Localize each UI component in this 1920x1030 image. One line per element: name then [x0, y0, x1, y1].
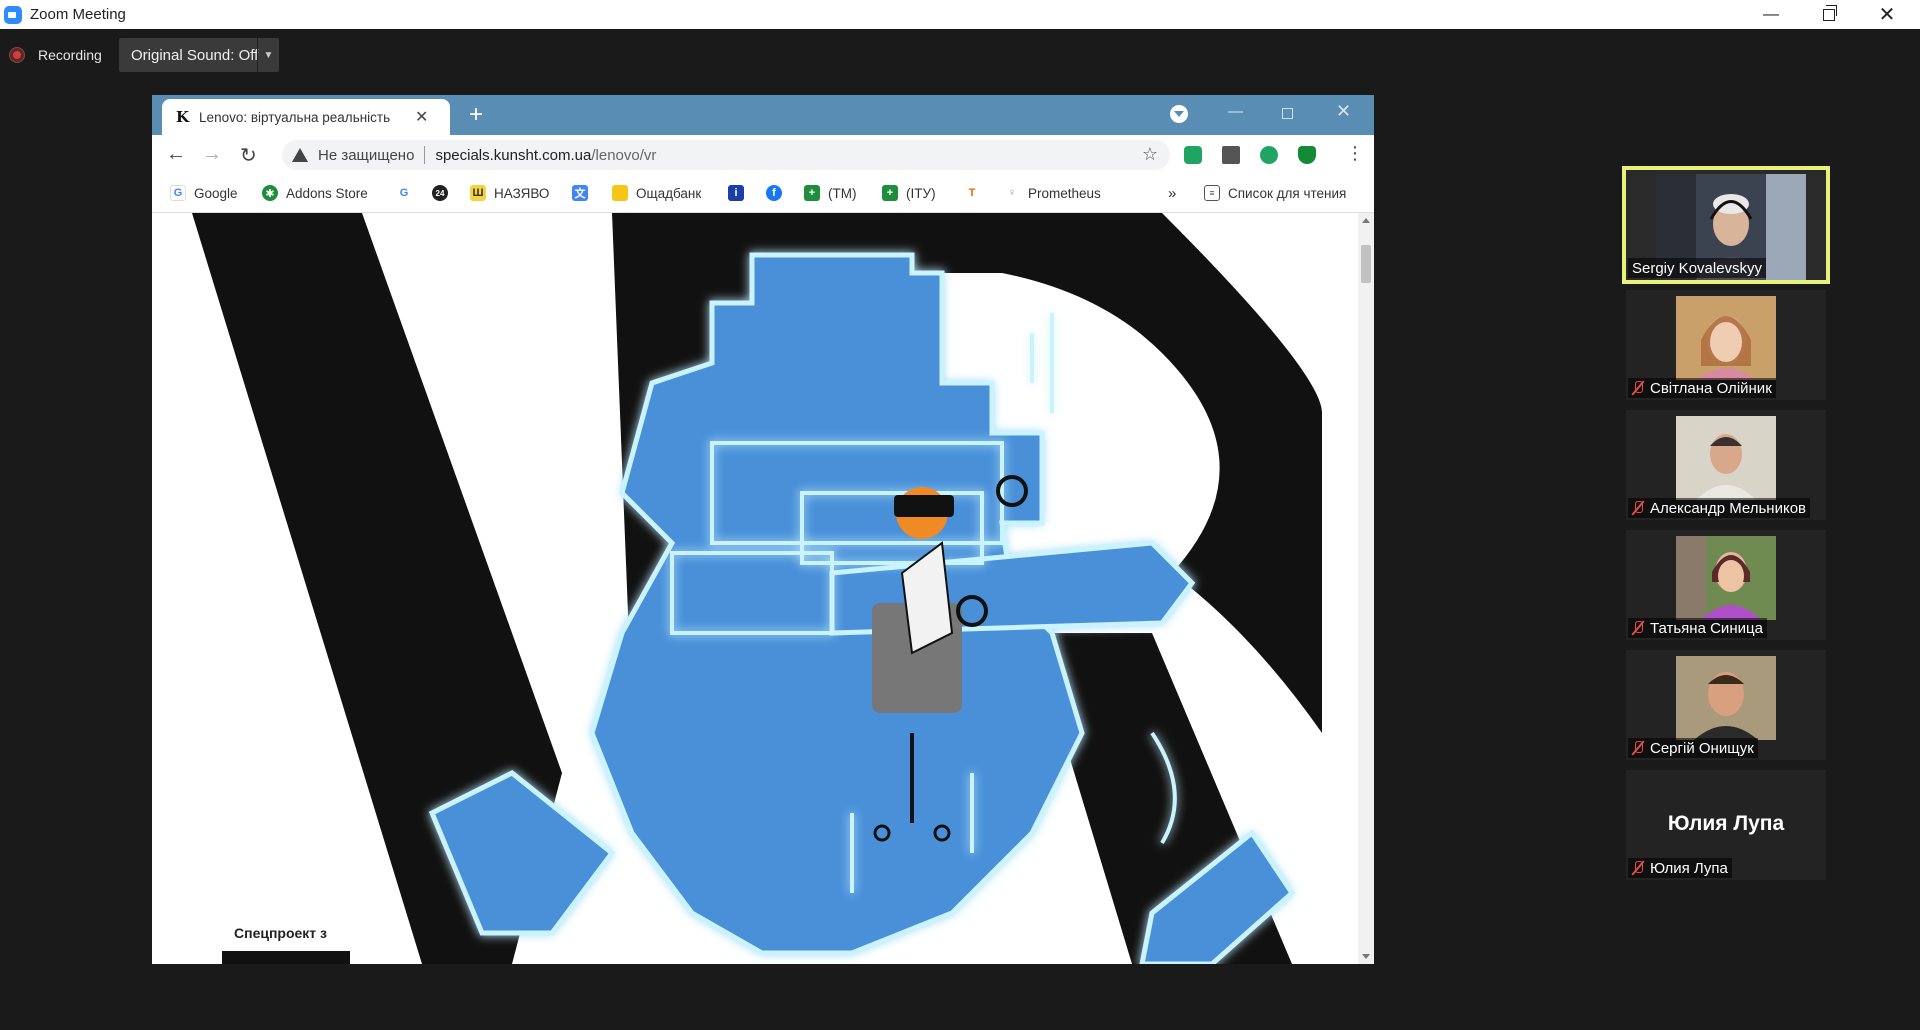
maximize-button[interactable] [1800, 0, 1858, 29]
record-dot-icon [10, 48, 24, 62]
participant-tile-active-speaker[interactable]: Sergiy Kovalevskyy [1622, 166, 1830, 284]
bookmark-24[interactable]: 24 [432, 185, 456, 201]
new-tab-button[interactable]: + [462, 101, 490, 129]
green-plus-icon: + [804, 185, 820, 201]
reading-list[interactable]: ≡ Список для чтения [1204, 185, 1346, 201]
facebook-icon: f [766, 185, 782, 201]
info-icon: i [728, 185, 744, 201]
vr-illustration [152, 213, 1358, 964]
google-icon: G [396, 185, 412, 201]
more-bookmarks-icon[interactable]: » [1168, 185, 1176, 202]
shared-screen: K Lenovo: віртуальна реальність ✕ + — ✕ … [152, 95, 1374, 964]
bookmark-google-2[interactable]: G [396, 185, 420, 201]
kebab-menu-icon[interactable]: ⋮ [1346, 143, 1364, 164]
muted-mic-icon [1632, 861, 1644, 875]
participant-tile[interactable]: Світлана Олійник [1626, 290, 1826, 400]
page-content: Спецпроект з [152, 213, 1358, 964]
participant-name: Сергій Онищук [1628, 738, 1758, 758]
minimize-button[interactable]: — [1742, 0, 1800, 29]
close-button[interactable]: ✕ [1858, 0, 1916, 29]
page-scrollbar[interactable] [1358, 213, 1374, 964]
participant-video [1676, 416, 1776, 500]
special-project-label: Спецпроект з [234, 925, 328, 941]
lightbulb-icon: ♀ [1004, 185, 1020, 201]
browser-tab[interactable]: K Lenovo: віртуальна реальність ✕ [162, 99, 450, 135]
participant-name: Александр Мельников [1628, 498, 1810, 518]
forward-arrow-icon[interactable]: → [202, 143, 222, 166]
site-favicon-icon: K [176, 108, 190, 126]
download-icon[interactable] [1170, 105, 1188, 123]
muted-mic-icon [1632, 501, 1644, 515]
participant-name: Татьяна Синица [1628, 618, 1767, 638]
adblock-extension-icon[interactable] [1184, 146, 1202, 164]
bookmark-star-icon[interactable]: ☆ [1142, 144, 1158, 165]
warning-icon [292, 148, 308, 162]
chevron-down-icon[interactable]: ▼ [257, 38, 279, 72]
profile-icon[interactable] [1260, 146, 1278, 164]
participant-tile[interactable]: Юлия Лупа Юлия Лупа [1626, 770, 1826, 880]
muted-mic-icon [1632, 381, 1644, 395]
participant-tile[interactable]: Александр Мельников [1626, 410, 1826, 520]
participant-tile[interactable]: Сергій Онищук [1626, 650, 1826, 760]
bookmark-tn[interactable]: T [964, 185, 988, 201]
original-sound-label: Original Sound: Off [131, 46, 259, 64]
channel-24-icon: 24 [432, 185, 448, 201]
recording-label: Recording [38, 47, 102, 63]
scroll-down-icon[interactable] [1362, 954, 1370, 959]
browser-close-icon[interactable]: ✕ [1336, 101, 1351, 122]
translate-icon: 文 [572, 185, 588, 201]
participant-name: Юлия Лупа [1628, 858, 1732, 878]
tab-title: Lenovo: віртуальна реальність [199, 109, 391, 125]
participant-name: Світлана Олійник [1628, 378, 1776, 398]
reload-icon[interactable]: ↻ [240, 143, 257, 168]
participant-tile[interactable]: Татьяна Синица [1626, 530, 1826, 640]
scroll-up-icon[interactable] [1362, 218, 1370, 223]
green-plus-icon: + [882, 185, 898, 201]
address-bar[interactable]: Не защищено specials.kunsht.com.ua/lenov… [282, 140, 1170, 170]
bookmark-tm[interactable]: + (ТМ) [804, 185, 856, 201]
bookmark-prometheus[interactable]: ♀ Prometheus [1004, 185, 1101, 201]
bookmark-translate[interactable]: 文 [572, 185, 596, 201]
extensions-puzzle-icon[interactable] [1222, 146, 1240, 164]
shield-extension-icon[interactable] [1298, 146, 1316, 164]
bookmarks-bar: G Google ✱ Addons Store G 24 Ш НАЗЯВО 文 Оща… [152, 175, 1374, 213]
close-tab-icon[interactable]: ✕ [415, 107, 428, 127]
recording-indicator[interactable]: Recording [10, 43, 102, 67]
special-project-logo-bar [222, 951, 350, 964]
participant-display-name: Юлия Лупа [1667, 812, 1785, 835]
bookmark-addons-store[interactable]: ✱ Addons Store [262, 185, 368, 201]
participant-video [1676, 656, 1776, 740]
browser-minimize-icon[interactable]: — [1228, 103, 1243, 120]
browser-tab-strip: K Lenovo: віртуальна реальність ✕ + — ✕ [152, 95, 1374, 135]
bookmark-facebook[interactable]: f [766, 185, 790, 201]
participant-name: Sergiy Kovalevskyy [1628, 258, 1767, 278]
tn-icon: T [964, 185, 980, 201]
original-sound-button[interactable]: Original Sound: Off ▼ [119, 38, 279, 72]
back-arrow-icon[interactable]: ← [166, 143, 186, 166]
zoom-title-bar: Zoom Meeting — ✕ [0, 0, 1920, 29]
bookmark-itu[interactable]: + (ІТУ) [882, 185, 936, 201]
folder-icon [612, 185, 628, 201]
window-title: Zoom Meeting [30, 6, 126, 23]
trident-icon: Ш [470, 185, 486, 201]
bookmark-info[interactable]: i [728, 185, 752, 201]
reading-list-icon: ≡ [1204, 185, 1220, 201]
participant-video [1676, 536, 1776, 620]
addons-icon: ✱ [262, 185, 278, 201]
browser-toolbar: ← → ↻ Не защищено specials.kunsht.com.ua… [152, 135, 1374, 175]
zoom-logo-icon [4, 5, 22, 24]
bookmark-oschadbank[interactable]: Ощадбанк [612, 185, 701, 201]
bookmark-google[interactable]: G Google [170, 185, 238, 201]
participant-video [1676, 296, 1776, 380]
restore-icon [1823, 4, 1837, 21]
browser-restore-icon[interactable] [1282, 108, 1293, 119]
url-text[interactable]: specials.kunsht.com.ua/lenovo/vr [435, 147, 656, 164]
bookmark-nazyavo[interactable]: Ш НАЗЯВО [470, 185, 549, 201]
scroll-thumb[interactable] [1361, 245, 1371, 283]
security-status[interactable]: Не защищено [318, 147, 414, 164]
google-icon: G [170, 185, 186, 201]
muted-mic-icon [1632, 621, 1644, 635]
muted-mic-icon [1632, 741, 1644, 755]
